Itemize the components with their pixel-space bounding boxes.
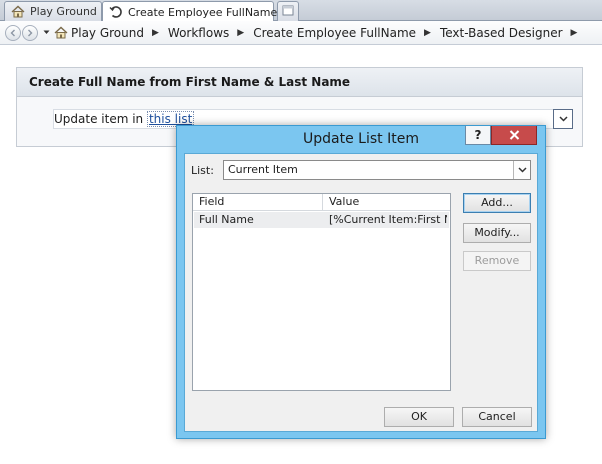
tab-create-employee-fullname[interactable]: Create Employee FullName * <box>102 1 286 22</box>
breadcrumb-text-based-designer[interactable]: Text-Based Designer <box>440 26 563 40</box>
chevron-down-icon <box>558 116 568 122</box>
home-icon <box>54 26 68 39</box>
action-dropdown-button[interactable] <box>553 109 573 129</box>
column-header-field[interactable]: Field <box>193 194 323 211</box>
list-select[interactable]: Current Item <box>223 160 531 180</box>
home-icon <box>11 5 25 18</box>
forward-arrow-icon <box>28 29 33 36</box>
modify-button[interactable]: Modify... <box>463 223 531 243</box>
list-select-dropdown[interactable] <box>513 161 530 179</box>
document-tab-strip: Play Ground Create Employee FullName * <box>0 0 602 22</box>
chevron-right-icon[interactable]: ▶ <box>424 28 431 38</box>
back-button[interactable] <box>5 24 21 41</box>
ok-button[interactable]: OK <box>384 407 454 427</box>
breadcrumb-workflows[interactable]: Workflows <box>168 26 229 40</box>
breadcrumb-play-ground[interactable]: Play Ground <box>71 26 144 40</box>
row-value-cell: [%Current Item:First N... <box>329 213 447 226</box>
new-tab-button[interactable] <box>277 1 299 21</box>
dialog-body: List: Current Item Field Value Full Name… <box>184 153 538 432</box>
column-header-value[interactable]: Value <box>323 194 450 211</box>
new-tab-icon <box>282 5 294 19</box>
breadcrumb-create-employee-fullname[interactable]: Create Employee FullName <box>253 26 416 40</box>
chevron-right-icon[interactable]: ▶ <box>571 28 578 38</box>
list-header: Field Value <box>193 194 450 211</box>
close-icon <box>509 130 519 140</box>
tab-label: Create Employee FullName * <box>128 5 287 19</box>
cancel-button[interactable]: Cancel <box>462 407 532 427</box>
action-text: Update item in <box>54 112 144 126</box>
table-row[interactable]: Full Name [%Current Item:First N... <box>194 212 449 228</box>
step-title[interactable]: Create Full Name from First Name & Last … <box>17 68 582 97</box>
close-button[interactable] <box>491 126 537 145</box>
update-list-item-dialog: Update List Item ? List: Current Item Fi… <box>176 125 546 439</box>
chevron-down-icon <box>517 167 527 173</box>
history-dropdown-icon[interactable] <box>43 30 50 35</box>
tab-play-ground[interactable]: Play Ground <box>4 1 102 21</box>
row-field-cell: Full Name <box>199 213 254 226</box>
field-value-list[interactable]: Field Value Full Name [%Current Item:Fir… <box>192 193 451 391</box>
back-arrow-icon <box>10 29 15 36</box>
workflow-icon <box>109 5 123 19</box>
forward-button[interactable] <box>22 24 38 41</box>
chevron-right-icon[interactable]: ▶ <box>237 28 244 38</box>
breadcrumb-bar: Play Ground ▶ Workflows ▶ Create Employe… <box>0 21 602 45</box>
tab-label: Play Ground <box>30 5 97 18</box>
list-label: List: <box>191 164 214 177</box>
remove-button[interactable]: Remove <box>463 251 531 271</box>
list-select-value: Current Item <box>228 163 298 176</box>
help-button[interactable]: ? <box>465 126 491 145</box>
chevron-right-icon[interactable]: ▶ <box>152 28 159 38</box>
add-button[interactable]: Add... <box>463 193 531 213</box>
